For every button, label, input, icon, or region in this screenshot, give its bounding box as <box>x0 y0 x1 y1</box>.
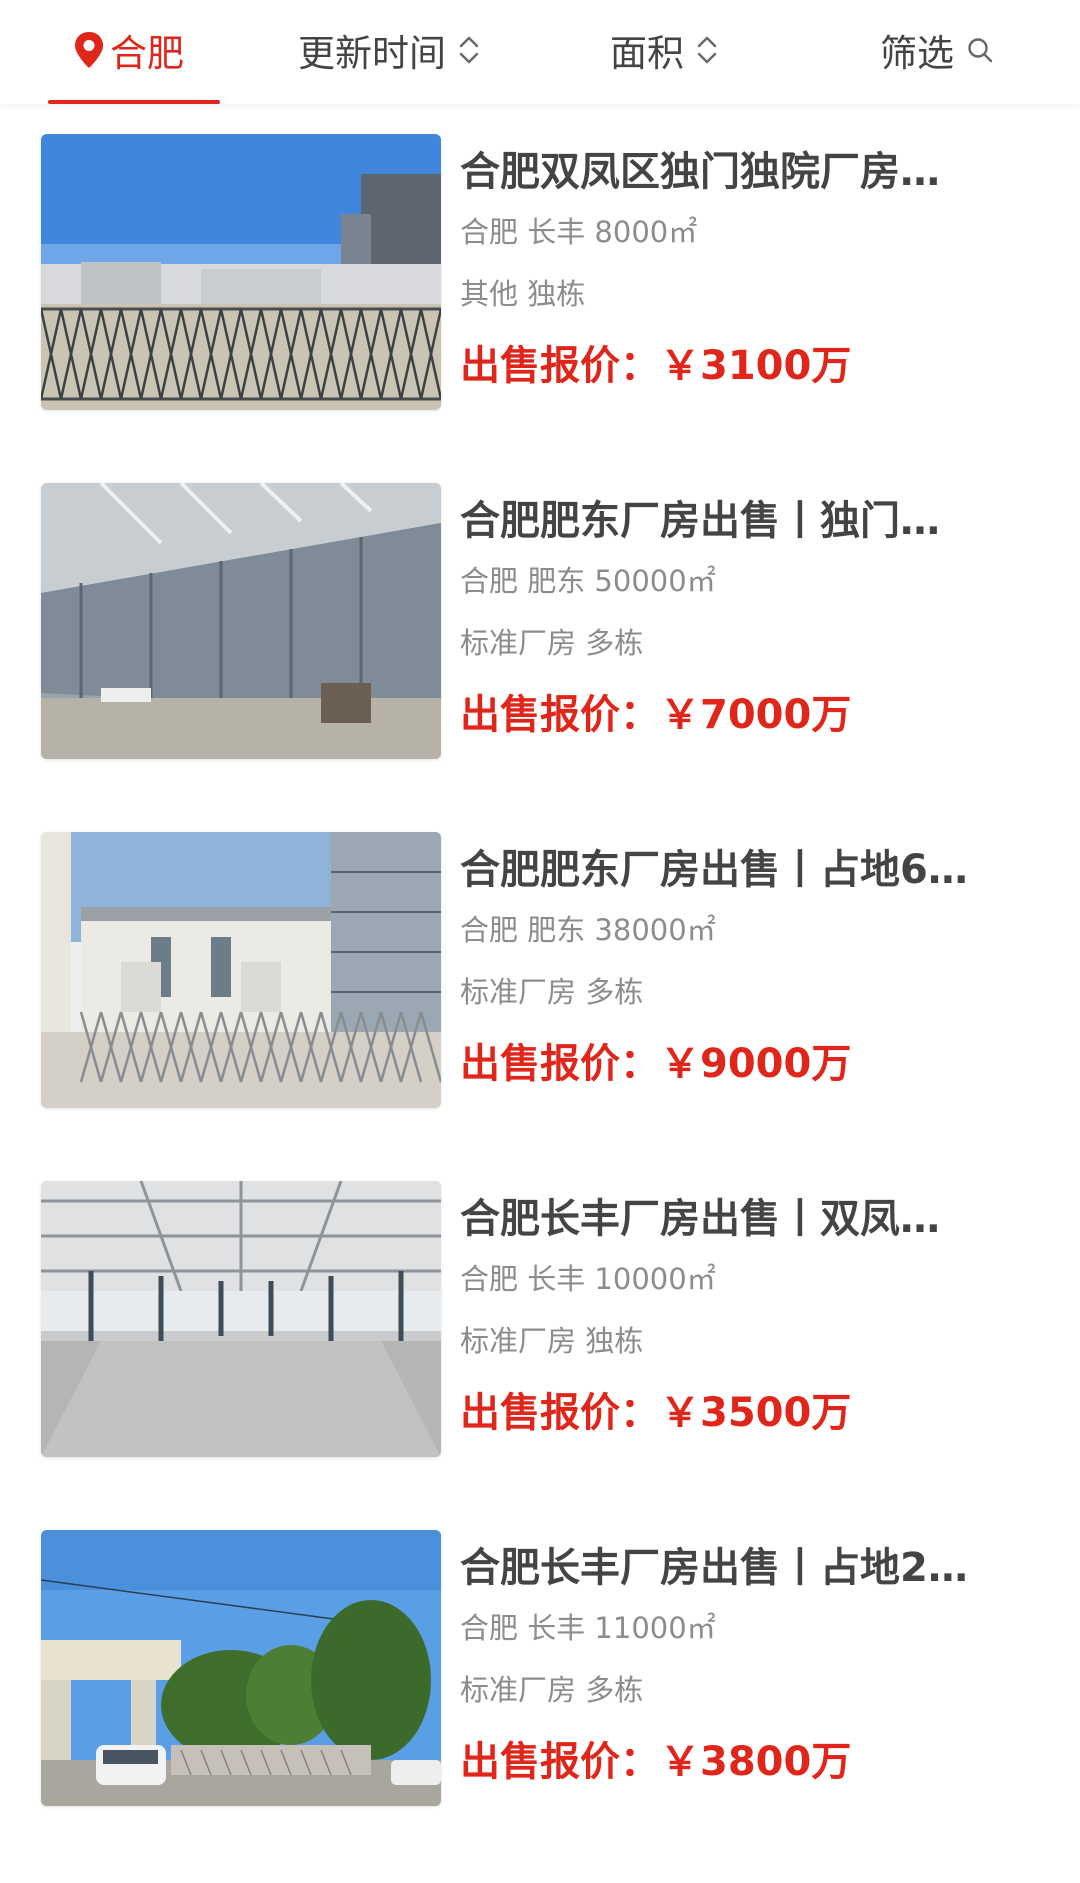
listing-card[interactable]: 合肥长丰厂房出售丨双凤… 合肥 长丰 10000㎡ 标准厂房 独栋 出售报价：￥… <box>0 1151 1080 1500</box>
listing-photo[interactable] <box>41 832 441 1108</box>
listing-location-area: 合肥 肥东 50000㎡ <box>460 564 716 598</box>
listing-price: 出售报价：￥3500万 <box>460 1390 852 1436</box>
listing-tags: 其他 独栋 <box>460 277 586 311</box>
sort-area-label: 面积 <box>610 32 684 75</box>
listing-card[interactable]: 合肥长丰厂房出售丨占地2… 合肥 长丰 11000㎡ 标准厂房 多栋 出售报价：… <box>0 1500 1080 1849</box>
listing-info: 合肥双凤区独门独院厂房… 合肥 长丰 8000㎡ 其他 独栋 出售报价：￥310… <box>460 144 1035 392</box>
sort-time-label: 更新时间 <box>298 32 446 75</box>
listing-info: 合肥肥东厂房出售丨占地6… 合肥 肥东 38000㎡ 标准厂房 多栋 出售报价：… <box>460 842 1035 1090</box>
listing-info: 合肥肥东厂房出售丨独门… 合肥 肥东 50000㎡ 标准厂房 多栋 出售报价：￥… <box>460 493 1035 741</box>
sort-by-area[interactable]: 面积 <box>610 20 718 80</box>
city-label: 合肥 <box>110 32 184 75</box>
listing-location-area: 合肥 长丰 11000㎡ <box>460 1611 716 1645</box>
listing-card[interactable]: 合肥肥东厂房出售丨独门… 合肥 肥东 50000㎡ 标准厂房 多栋 出售报价：￥… <box>0 453 1080 802</box>
search-icon <box>968 38 993 63</box>
listing-info: 合肥长丰厂房出售丨双凤… 合肥 长丰 10000㎡ 标准厂房 独栋 出售报价：￥… <box>460 1191 1035 1439</box>
listing-title[interactable]: 合肥双凤区独门独院厂房… <box>460 144 1035 200</box>
sort-updown-icon <box>459 36 479 64</box>
listing-photo[interactable] <box>41 1181 441 1457</box>
listing-price: 出售报价：￥7000万 <box>460 692 852 738</box>
sort-updown-icon <box>697 36 717 64</box>
filter-tab[interactable]: 筛选 <box>880 20 994 80</box>
listing-photo[interactable] <box>41 1530 441 1806</box>
listing-title[interactable]: 合肥长丰厂房出售丨双凤… <box>460 1191 1035 1247</box>
listing-title[interactable]: 合肥长丰厂房出售丨占地2… <box>460 1540 1035 1596</box>
active-tab-indicator <box>48 100 220 104</box>
listing-tags: 标准厂房 多栋 <box>460 1673 644 1707</box>
listing-title[interactable]: 合肥肥东厂房出售丨独门… <box>460 493 1035 549</box>
listing-price: 出售报价：￥3800万 <box>460 1739 852 1785</box>
listing-location-area: 合肥 肥东 38000㎡ <box>460 913 716 947</box>
listing-card[interactable]: 合肥肥东厂房出售丨占地6… 合肥 肥东 38000㎡ 标准厂房 多栋 出售报价：… <box>0 802 1080 1151</box>
listing-photo[interactable] <box>41 483 441 759</box>
city-tab[interactable]: 合肥 <box>72 20 184 80</box>
location-pin-icon <box>75 32 103 68</box>
listing-list: 合肥双凤区独门独院厂房… 合肥 长丰 8000㎡ 其他 独栋 出售报价：￥310… <box>0 104 1080 1849</box>
listing-info: 合肥长丰厂房出售丨占地2… 合肥 长丰 11000㎡ 标准厂房 多栋 出售报价：… <box>460 1540 1035 1788</box>
listing-tags: 标准厂房 多栋 <box>460 975 644 1009</box>
listing-price: 出售报价：￥9000万 <box>460 1041 852 1087</box>
filter-label: 筛选 <box>880 32 954 75</box>
listing-location-area: 合肥 长丰 10000㎡ <box>460 1262 716 1296</box>
listing-photo[interactable] <box>41 134 441 410</box>
sort-by-update-time[interactable]: 更新时间 <box>298 20 480 80</box>
listing-location-area: 合肥 长丰 8000㎡ <box>460 215 698 249</box>
listing-title[interactable]: 合肥肥东厂房出售丨占地6… <box>460 842 1035 898</box>
listing-card[interactable]: 合肥双凤区独门独院厂房… 合肥 长丰 8000㎡ 其他 独栋 出售报价：￥310… <box>0 104 1080 453</box>
listing-tags: 标准厂房 多栋 <box>460 626 644 660</box>
listing-price: 出售报价：￥3100万 <box>460 343 852 389</box>
filter-bar: 合肥 更新时间 面积 筛选 <box>0 0 1080 104</box>
listing-tags: 标准厂房 独栋 <box>460 1324 644 1358</box>
